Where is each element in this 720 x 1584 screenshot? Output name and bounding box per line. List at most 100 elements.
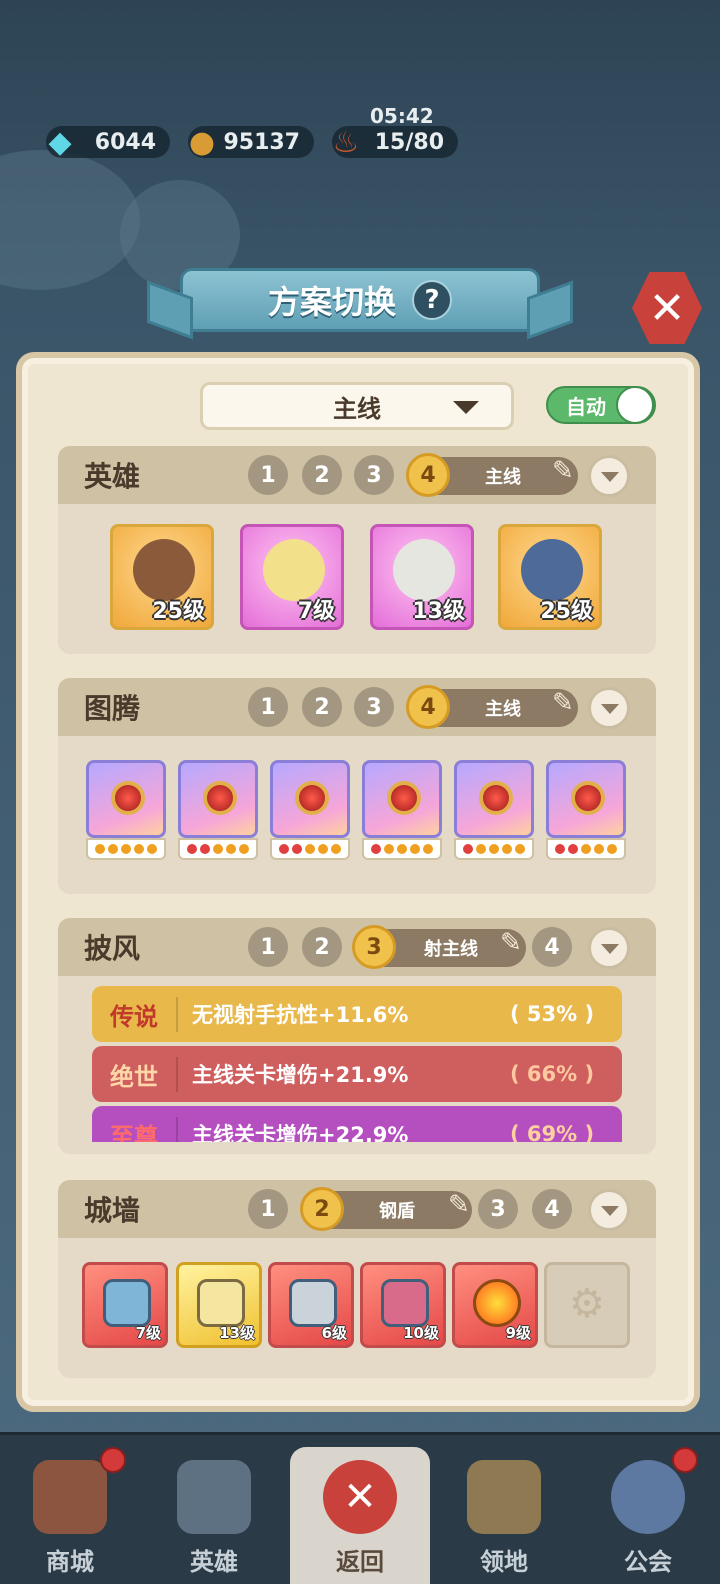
gem-counter[interactable]: ◆ 6044 [46, 125, 170, 160]
attribute-percent: ( 69% ) [509, 1122, 595, 1142]
attribute-desc: 主线关卡增伤+22.9% [192, 1123, 409, 1142]
coin-counter[interactable]: ● 95137 [188, 125, 314, 160]
hero-level: 25级 [152, 599, 205, 624]
wall-item-icon [473, 1279, 521, 1327]
wall-section: 城墙 1 钢盾 2 ✎ 3 4 7级 13级 6级 10级 9级 ⚙ [58, 1180, 656, 1378]
totem-icon [178, 760, 258, 838]
notification-dot [100, 1447, 126, 1473]
wall-item[interactable]: 10级 [360, 1262, 446, 1348]
totem-card[interactable] [546, 760, 626, 860]
stamina-count: 15/80 [374, 129, 444, 155]
totem-card[interactable] [270, 760, 350, 860]
star-rating [454, 838, 534, 860]
wall-item[interactable]: 7级 [82, 1262, 168, 1348]
feather-icon[interactable]: ✎ [500, 928, 522, 958]
hero-slot-4[interactable]: 4 [406, 453, 450, 497]
totem-card[interactable] [86, 760, 166, 860]
wall-slot-1[interactable]: 1 [248, 1189, 288, 1229]
totem-card[interactable] [454, 760, 534, 860]
attribute-tier: 至尊 [92, 1116, 178, 1142]
wall-item[interactable]: 13级 [176, 1262, 262, 1348]
nav-guild-label: 公会 [624, 1548, 672, 1576]
hero-slot-2[interactable]: 2 [302, 455, 342, 495]
hero-level: 7级 [297, 599, 335, 624]
totem-slot-1[interactable]: 1 [248, 687, 288, 727]
wall-item[interactable]: 6级 [268, 1262, 354, 1348]
wall-item-level: 10级 [403, 1324, 439, 1342]
auto-toggle[interactable]: 自动 [546, 386, 656, 424]
close-icon: ✕ [323, 1460, 397, 1534]
castle-icon [467, 1460, 541, 1534]
gear-icon: ⚙ [569, 1281, 605, 1327]
totem-icon [270, 760, 350, 838]
wall-item-icon [197, 1279, 245, 1327]
hero-section-header: 英雄 1 2 3 主线 4 ✎ [58, 446, 656, 504]
totem-slot-2[interactable]: 2 [302, 687, 342, 727]
wall-slot-2[interactable]: 2 [300, 1187, 344, 1231]
attribute-percent: ( 53% ) [509, 1002, 595, 1026]
feather-icon[interactable]: ✎ [552, 688, 574, 718]
wall-item-empty[interactable]: ⚙ [544, 1262, 630, 1348]
totem-icon [86, 760, 166, 838]
wall-slot-3[interactable]: 3 [478, 1189, 518, 1229]
cloak-attribute-row: 至尊 主线关卡增伤+22.9% ( 69% ) [92, 1106, 622, 1142]
dialog-title-banner: 方案切换 ? [180, 268, 540, 332]
scheme-dropdown[interactable]: 主线 [200, 382, 514, 430]
hero-section: 英雄 1 2 3 主线 4 ✎ 25级 7级 13级 25级 [58, 446, 656, 654]
hero-card[interactable]: 25级 [498, 524, 602, 630]
background-cloud [0, 150, 140, 290]
cloak-slot-3[interactable]: 3 [352, 925, 396, 969]
bear-hero-portrait [133, 539, 195, 601]
wall-expand-button[interactable] [588, 1189, 630, 1231]
wall-slot-4[interactable]: 4 [532, 1189, 572, 1229]
feather-icon[interactable]: ✎ [448, 1190, 470, 1220]
nav-back-label: 返回 [336, 1548, 384, 1576]
totem-slot-3[interactable]: 3 [354, 687, 394, 727]
star-rating [362, 838, 442, 860]
cloak-expand-button[interactable] [588, 927, 630, 969]
meat-icon: ♨ [332, 124, 360, 160]
close-icon: ✕ [648, 282, 686, 334]
notification-dot [672, 1447, 698, 1473]
hero-level: 13级 [412, 599, 465, 624]
star-rating [178, 838, 258, 860]
cloak-slot-4[interactable]: 4 [532, 927, 572, 967]
hero-slot-3[interactable]: 3 [354, 455, 394, 495]
gem-count: 6044 [94, 129, 156, 155]
hero-card[interactable]: 7级 [240, 524, 344, 630]
cloak-section: 披风 1 2 射主线 3 ✎ 4 传说 无视射手抗性+11.6% ( 53% )… [58, 918, 656, 1154]
cloak-slot-2[interactable]: 2 [302, 927, 342, 967]
star-rating [270, 838, 350, 860]
stamina-counter[interactable]: ♨ 15/80 [332, 125, 458, 160]
feather-icon[interactable]: ✎ [552, 456, 574, 486]
nav-guild[interactable]: 公会 [578, 1435, 718, 1584]
dialog-title: 方案切换 [267, 283, 396, 321]
hero-section-title: 英雄 [84, 460, 141, 493]
wall-item-level: 9级 [505, 1324, 531, 1342]
totem-card[interactable] [362, 760, 442, 860]
auto-label: 自动 [566, 394, 606, 419]
totem-expand-button[interactable] [588, 687, 630, 729]
totem-slot-4[interactable]: 4 [406, 685, 450, 729]
hero-expand-button[interactable] [588, 455, 630, 497]
hero-card[interactable]: 25级 [110, 524, 214, 630]
wall-item-icon [289, 1279, 337, 1327]
angel-hero-portrait [263, 539, 325, 601]
helmet-icon [177, 1460, 251, 1534]
nav-heroes-label: 英雄 [190, 1548, 238, 1576]
nav-territory-label: 领地 [480, 1548, 528, 1576]
close-button[interactable]: ✕ [632, 272, 702, 344]
nav-back[interactable]: ✕ 返回 [290, 1447, 430, 1584]
hero-card[interactable]: 13级 [370, 524, 474, 630]
help-button[interactable]: ? [412, 280, 452, 320]
wall-item[interactable]: 9级 [452, 1262, 538, 1348]
hero-slot-1[interactable]: 1 [248, 455, 288, 495]
nav-heroes[interactable]: 英雄 [144, 1435, 284, 1584]
nav-territory[interactable]: 领地 [434, 1435, 574, 1584]
cloak-attribute-row: 传说 无视射手抗性+11.6% ( 53% ) [92, 986, 622, 1042]
totem-section: 图腾 1 2 3 主线 4 ✎ [58, 678, 656, 894]
cloak-attribute-list[interactable]: 传说 无视射手抗性+11.6% ( 53% ) 绝世 主线关卡增伤+21.9% … [58, 976, 656, 1142]
cloak-slot-1[interactable]: 1 [248, 927, 288, 967]
totem-card[interactable] [178, 760, 258, 860]
nav-shop[interactable]: 商城 [0, 1435, 140, 1584]
